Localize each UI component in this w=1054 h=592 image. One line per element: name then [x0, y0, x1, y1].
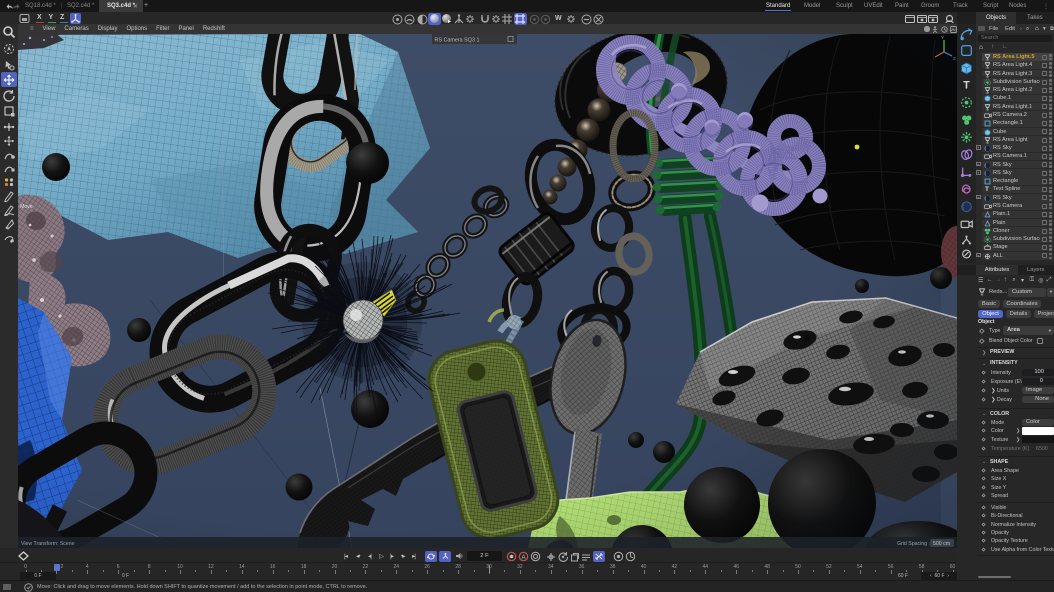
svg-text:Move: Move — [20, 204, 33, 210]
svg-text:RS Camera SQ3 1: RS Camera SQ3 1 — [435, 38, 480, 44]
svg-text:Z: Z — [953, 56, 956, 61]
svg-text:T: T — [963, 80, 970, 92]
svg-text:A: A — [521, 555, 525, 561]
svg-text:Grid Spacing :: Grid Spacing : — [897, 541, 930, 547]
svg-text:500 cm: 500 cm — [933, 541, 950, 547]
svg-text:Y: Y — [941, 35, 944, 40]
svg-text:View Transform: Scene: View Transform: Scene — [21, 541, 75, 547]
